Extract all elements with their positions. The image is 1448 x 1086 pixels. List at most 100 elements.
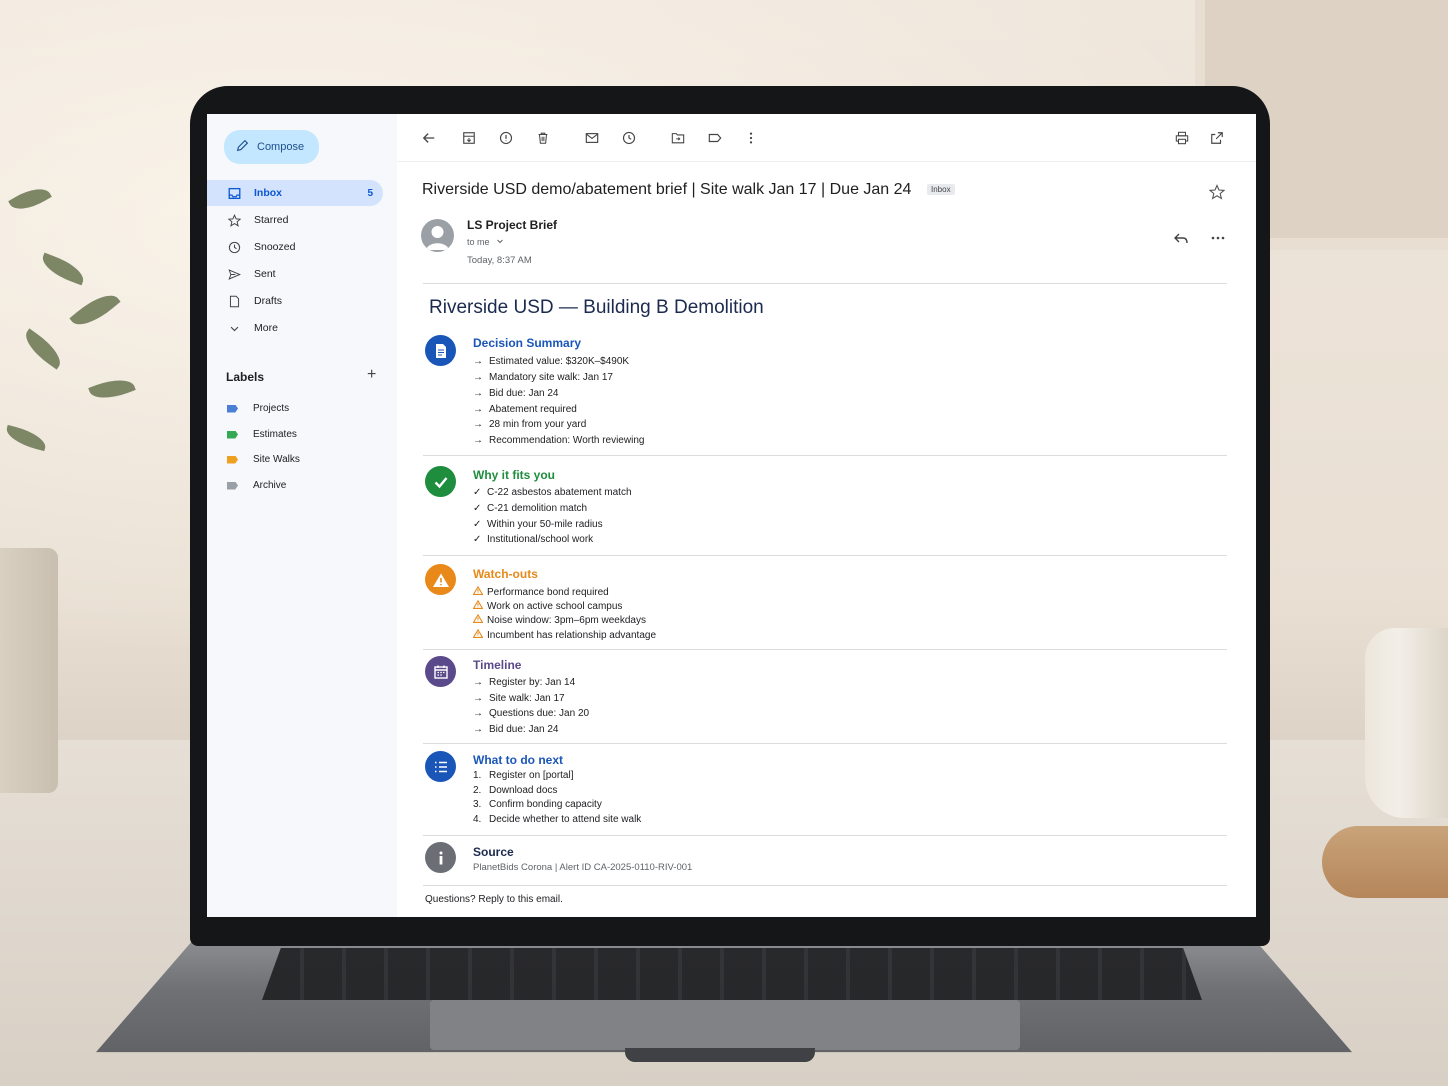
move-to-icon[interactable]: [670, 130, 686, 146]
laptop-keyboard: [262, 948, 1202, 1000]
saucer: [1322, 826, 1448, 898]
arrow-icon: →: [473, 404, 483, 415]
snooze-icon[interactable]: [621, 130, 637, 146]
section-title-source: Source: [473, 845, 514, 859]
list-item: Performance bond required: [472, 585, 609, 598]
list-item-text: C-21 demolition match: [487, 503, 588, 514]
label-item-archive[interactable]: Archive: [227, 480, 286, 491]
list-item-text: Confirm bonding capacity: [489, 799, 602, 810]
label-item-site-walks[interactable]: Site Walks: [227, 454, 300, 465]
checkmark-circle-icon: [425, 466, 456, 497]
list-item: → Bid due: Jan 24: [473, 388, 559, 399]
divider: [423, 455, 1227, 456]
message-toolbar: [397, 114, 1256, 162]
list-item-text: Performance bond required: [487, 586, 609, 598]
open-in-new-window-icon[interactable]: [1209, 130, 1225, 146]
list-number: 4.: [473, 814, 482, 825]
add-label-button[interactable]: +: [367, 366, 376, 384]
list-item: → 28 min from your yard: [473, 419, 586, 430]
star-icon[interactable]: [1208, 184, 1226, 205]
pencil-icon: [236, 139, 249, 155]
document-icon: [425, 335, 456, 366]
sidebar-item-label: Sent: [254, 268, 276, 280]
divider: [423, 283, 1227, 284]
list-item-text: Site walk: Jan 17: [489, 693, 565, 704]
sidebar-item-more[interactable]: More: [207, 315, 383, 341]
reply-icon[interactable]: [1173, 230, 1189, 251]
label-tag-icon: [227, 430, 238, 439]
arrow-icon: →: [473, 388, 483, 399]
list-item-text: Institutional/school work: [487, 534, 594, 545]
warning-small-icon: [472, 613, 487, 626]
label-name: Estimates: [253, 429, 297, 440]
folder-chip[interactable]: Inbox: [927, 184, 955, 195]
sidebar-item-label: Starred: [254, 214, 289, 226]
arrow-icon: →: [473, 372, 483, 383]
archive-icon[interactable]: [461, 130, 477, 146]
arrow-icon: →: [473, 356, 483, 367]
label-icon[interactable]: [707, 130, 723, 146]
list-item-text: Register by: Jan 14: [489, 677, 576, 688]
sidebar-item-sent[interactable]: Sent: [207, 261, 383, 287]
brief-title: Riverside USD — Building B Demolition: [429, 297, 764, 318]
labels-heading: Labels: [226, 370, 265, 384]
arrow-icon: →: [473, 693, 483, 704]
list-item: Work on active school campus: [472, 599, 622, 612]
list-item: ✓ C-22 asbestos abatement match: [473, 487, 632, 498]
sidebar-item-label: Drafts: [254, 295, 283, 307]
list-item-text: Recommendation: Worth reviewing: [489, 435, 645, 446]
list-item-text: Incumbent has relationship advantage: [487, 629, 657, 641]
unread-count: 5: [367, 187, 373, 199]
report-spam-icon[interactable]: [498, 130, 514, 146]
back-arrow-icon[interactable]: [421, 130, 437, 146]
list-item-text: Bid due: Jan 24: [489, 724, 559, 735]
more-horiz-icon[interactable]: [1210, 230, 1226, 251]
list-item: 1. Register on [portal]: [473, 770, 574, 781]
list-item-text: Download docs: [489, 785, 558, 796]
avatar: [421, 219, 454, 252]
list-item-text: 28 min from your yard: [489, 419, 587, 430]
mark-unread-icon[interactable]: [584, 130, 600, 146]
divider: [423, 885, 1227, 886]
info-icon: [425, 842, 456, 873]
email-subject: Riverside USD demo/abatement brief | Sit…: [422, 181, 912, 198]
compose-button[interactable]: Compose: [224, 130, 319, 164]
list-item: ✓ Institutional/school work: [473, 534, 593, 545]
sidebar-item-snoozed[interactable]: Snoozed: [207, 234, 383, 260]
arrow-icon: →: [473, 724, 483, 735]
more-vert-icon[interactable]: [743, 130, 759, 146]
email-timestamp: Today, 8:37 AM: [467, 255, 532, 266]
sidebar-item-starred[interactable]: Starred: [207, 207, 383, 233]
sidebar-item-inbox[interactable]: Inbox 5: [207, 180, 383, 206]
warning-small-icon: [472, 585, 487, 598]
list-item: → Site walk: Jan 17: [473, 693, 565, 704]
arrow-icon: →: [473, 435, 483, 446]
section-title-why-it-fits: Why it fits you: [473, 468, 555, 482]
arrow-icon: →: [473, 708, 483, 719]
sender-name[interactable]: LS Project Brief: [467, 218, 557, 232]
check-icon: ✓: [473, 519, 482, 530]
list-item-text: Noise window: 3pm–6pm weekdays: [487, 614, 646, 626]
list-number: 1.: [473, 770, 482, 781]
check-icon: ✓: [473, 503, 482, 514]
checklist-icon: [425, 751, 456, 782]
label-tag-icon: [227, 481, 238, 490]
divider: [423, 555, 1227, 556]
print-icon[interactable]: [1174, 130, 1190, 146]
list-item-text: C-22 asbestos abatement match: [487, 487, 632, 498]
delete-icon[interactable]: [535, 130, 551, 146]
label-tag-icon: [227, 404, 238, 413]
sidebar-item-label: More: [254, 322, 278, 334]
recipient-details[interactable]: to me: [467, 237, 504, 247]
label-tag-icon: [227, 455, 238, 464]
list-item: 2. Download docs: [473, 785, 557, 796]
arrow-icon: →: [473, 419, 483, 430]
list-item: ✓ Within your 50-mile radius: [473, 519, 603, 530]
label-item-projects[interactable]: Projects: [227, 403, 289, 414]
source-text: PlanetBids Corona | Alert ID CA-2025-011…: [473, 862, 693, 873]
sidebar: Compose Inbox 5 Starred Snoozed Sent Dra…: [207, 114, 397, 917]
label-item-estimates[interactable]: Estimates: [227, 429, 297, 440]
laptop-notch: [625, 1048, 815, 1062]
sidebar-item-drafts[interactable]: Drafts: [207, 288, 383, 314]
warning-small-icon: [472, 599, 487, 612]
